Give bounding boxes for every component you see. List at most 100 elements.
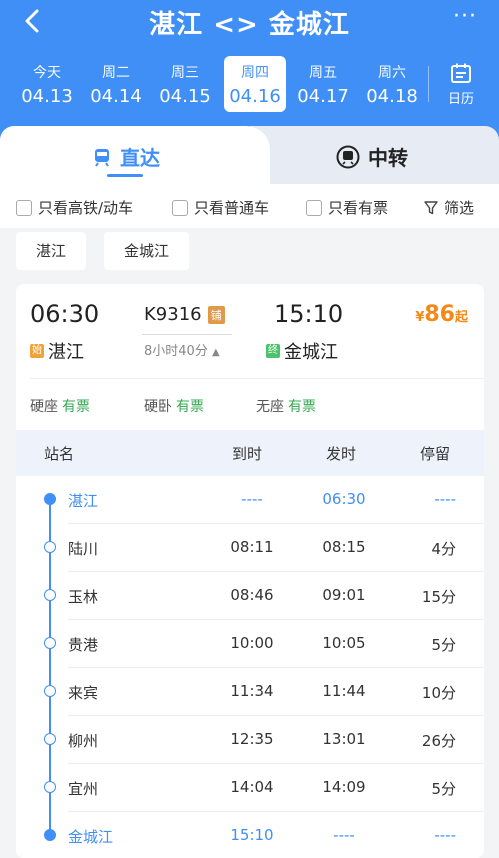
stop-dot: [44, 637, 56, 649]
tab-direct-label-wrap: 直达: [92, 142, 160, 171]
duration[interactable]: 8小时40分 ▲: [144, 340, 220, 359]
date-weekday: 今天: [33, 65, 61, 81]
stop-stay: 15分: [421, 588, 456, 606]
stop-arrive: 12:35: [230, 730, 274, 748]
stop-dot: [44, 685, 56, 697]
table-row: 金城江 15:10 ---- ----: [16, 812, 484, 858]
station-chip-from[interactable]: 湛江: [16, 232, 87, 270]
stop-stay: 10分: [421, 684, 456, 702]
calendar-label: 日历: [447, 92, 474, 107]
stop-stay: 5分: [431, 636, 456, 654]
start-badge: 始: [30, 344, 44, 358]
card-divider: [30, 378, 484, 379]
station-chips: 湛江 金城江: [0, 228, 499, 284]
date-tab-5[interactable]: 周六 04.18: [361, 56, 423, 112]
station-chip-to[interactable]: 金城江: [104, 232, 190, 270]
price: ¥86起: [415, 302, 468, 327]
stop-arrive: 10:00: [230, 634, 274, 652]
col-depart: 发时: [326, 445, 357, 463]
date-selector: 今天 04.13 周二 04.14 周三 04.15 周四 04.16 周五 0…: [0, 56, 499, 116]
filter-regular-checkbox[interactable]: 只看普通车: [172, 197, 269, 218]
duration-text: 8小时40分: [144, 344, 208, 359]
date-value: 04.14: [90, 86, 142, 107]
date-value: 04.15: [159, 86, 211, 107]
stop-stay: 5分: [431, 780, 456, 798]
stop-dot: [44, 541, 56, 553]
filter-available-checkbox[interactable]: 只看有票: [306, 197, 388, 218]
tab-direct-label: 直达: [120, 146, 160, 170]
page-title: 湛江 <> 金城江: [149, 10, 350, 40]
stop-name: 柳州: [68, 732, 99, 750]
date-tab-4[interactable]: 周五 04.17: [292, 56, 354, 112]
checkbox-label: 只看高铁/动车: [38, 199, 134, 217]
departure-station-name: 湛江: [48, 342, 84, 363]
more-options-icon[interactable]: ···: [453, 4, 477, 29]
stop-name: 来宾: [68, 684, 99, 702]
stop-name: 宜州: [68, 780, 99, 798]
col-station: 站名: [44, 445, 75, 463]
arrival-station-name: 金城江: [284, 342, 338, 363]
seat-status: 有票: [288, 399, 316, 415]
stop-depart: 14:09: [322, 778, 366, 796]
stop-dot: [44, 733, 56, 745]
departure-station: 始 湛江: [30, 338, 84, 364]
date-tab-0[interactable]: 今天 04.13: [16, 56, 78, 112]
date-value: 04.18: [366, 86, 418, 107]
date-value: 04.13: [21, 86, 73, 107]
calendar-icon: [451, 63, 471, 83]
filter-button[interactable]: 筛选: [424, 197, 474, 218]
tab-transfer[interactable]: 中转: [250, 126, 499, 184]
train-card[interactable]: 06:30 K9316 铺 8小时40分 ▲ 15:10 ¥86起 始 湛江 终…: [16, 284, 484, 858]
seat-hard-sleeper: 硬卧 有票: [144, 396, 204, 416]
end-badge: 终: [266, 344, 280, 358]
stop-arrive: 14:04: [230, 778, 274, 796]
date-weekday: 周六: [378, 65, 406, 81]
tab-transfer-label-wrap: 中转: [336, 142, 408, 171]
seat-status: 有票: [176, 399, 204, 415]
checkbox-box: [306, 199, 322, 216]
date-value: 04.16: [229, 86, 281, 107]
date-weekday: 周三: [171, 65, 199, 81]
date-tab-2[interactable]: 周三 04.15: [154, 56, 216, 112]
seat-type: 无座: [256, 399, 284, 415]
seat-hard-seat: 硬座 有票: [30, 396, 90, 416]
filter-high-speed-checkbox[interactable]: 只看高铁/动车: [16, 197, 133, 218]
stop-depart: 11:44: [322, 682, 366, 700]
departure-time: 06:30: [30, 300, 100, 328]
filter-label: 筛选: [444, 199, 475, 217]
table-row: 玉林 08:46 09:01 15分: [16, 572, 484, 620]
stop-name: 陆川: [68, 540, 99, 558]
date-weekday: 周四: [241, 65, 269, 81]
table-row: 宜州 14:04 14:09 5分: [16, 764, 484, 812]
stop-depart: 08:15: [322, 538, 366, 556]
stops-table-header: 站名 到时 发时 停留: [16, 430, 484, 476]
stop-arrive: 08:11: [230, 538, 274, 556]
seat-type: 硬座: [30, 399, 58, 415]
table-row: 陆川 08:11 08:15 4分: [16, 524, 484, 572]
checkbox-label: 只看有票: [328, 199, 389, 217]
train-number: K9316 铺: [144, 304, 225, 325]
stop-arrive: ----: [241, 490, 263, 508]
stop-dot: [44, 493, 56, 505]
stop-name: 金城江: [68, 828, 114, 846]
table-row: 湛江 ---- 06:30 ----: [16, 476, 484, 524]
stop-dot: [44, 829, 56, 841]
date-tab-3-selected[interactable]: 周四 04.16: [224, 56, 286, 112]
table-row: 柳州 12:35 13:01 26分: [16, 716, 484, 764]
date-tab-1[interactable]: 周二 04.14: [85, 56, 147, 112]
price-symbol: ¥: [415, 310, 425, 325]
arrival-time: 15:10: [274, 300, 344, 328]
tab-direct-underline: [107, 174, 143, 177]
checkbox-box: [16, 199, 32, 216]
calendar-button[interactable]: 日历: [441, 62, 481, 107]
duration-divider: [142, 334, 232, 335]
price-value: 86: [424, 302, 455, 327]
filter-bar: 只看高铁/动车 只看普通车 只看有票 筛选: [0, 184, 499, 228]
checkbox-box: [172, 199, 188, 216]
stop-depart: 10:05: [322, 634, 366, 652]
top-bar: 湛江 <> 金城江 ··· 今天 04.13 周二 04.14 周三 04.15…: [0, 0, 499, 140]
date-weekday: 周二: [102, 65, 130, 81]
stop-depart: ----: [333, 826, 355, 844]
date-value: 04.17: [297, 86, 349, 107]
tab-direct[interactable]: 直达: [0, 126, 270, 184]
